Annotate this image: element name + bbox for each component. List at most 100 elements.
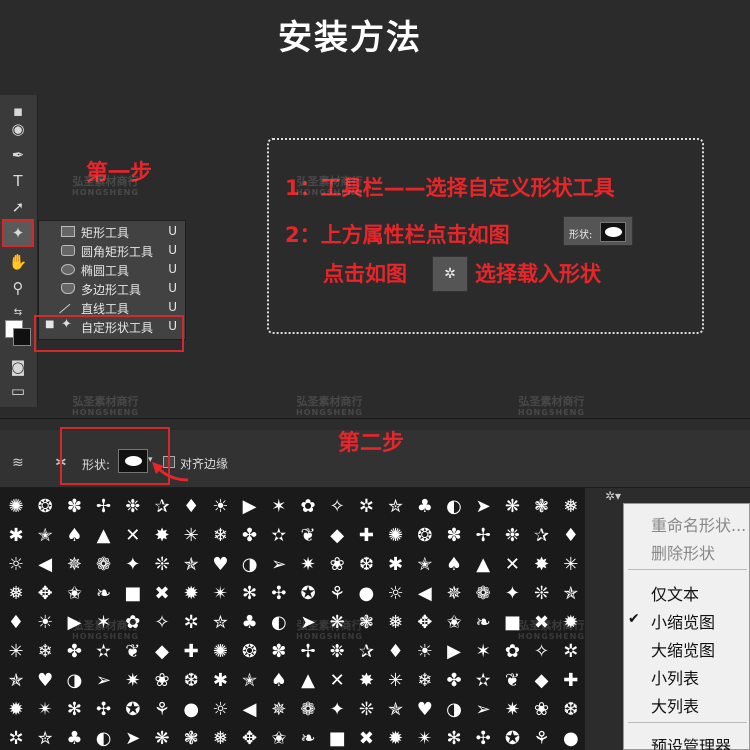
shape-thumbnail[interactable]: ✳ [557, 550, 585, 578]
shape-thumbnail[interactable]: ✦ [119, 550, 147, 578]
quick-mask-icon[interactable]: ◙ [4, 355, 32, 379]
shape-thumbnail[interactable]: ☼ [382, 579, 410, 607]
shape-thumbnail[interactable]: ◀ [411, 579, 439, 607]
shape-thumbnail[interactable]: ❁ [469, 579, 497, 607]
shape-thumbnail[interactable]: ✮ [206, 608, 234, 636]
shape-thumbnail[interactable]: ✺ [206, 637, 234, 665]
shape-thumbnail[interactable]: ✚ [557, 666, 585, 694]
shape-thumbnail[interactable]: ✴ [31, 695, 59, 723]
shape-thumbnail[interactable]: ✯ [177, 550, 205, 578]
menu-item-large-thumbnail[interactable]: 大缩览图 [651, 637, 715, 661]
shape-thumbnail[interactable]: ◑ [236, 550, 264, 578]
shape-thumbnail[interactable]: ● [352, 579, 380, 607]
shape-thumbnail[interactable]: ✷ [498, 695, 526, 723]
flyout-item-polygon[interactable]: 多边形工具 U [39, 279, 185, 298]
shape-thumbnail[interactable]: ▲ [90, 521, 118, 549]
shape-thumbnail[interactable]: ✪ [498, 724, 526, 750]
shape-thumbnail[interactable]: ✽ [265, 637, 293, 665]
shape-thumbnail[interactable]: ✶ [469, 637, 497, 665]
shape-thumbnail[interactable]: ▲ [469, 550, 497, 578]
shape-thumbnail[interactable]: ❧ [294, 724, 322, 750]
shape-thumbnail[interactable]: ✪ [294, 579, 322, 607]
shape-thumbnail[interactable]: ✚ [177, 637, 205, 665]
shape-thumbnail[interactable]: ✲ [2, 724, 30, 750]
shape-thumbnail[interactable]: ☼ [2, 550, 30, 578]
shape-thumbnail[interactable]: ❉ [498, 521, 526, 549]
shape-thumbnail[interactable]: ✪ [119, 695, 147, 723]
shape-thumbnail[interactable]: ▶ [440, 637, 468, 665]
shape-thumbnail[interactable]: ✯ [2, 666, 30, 694]
shape-thumbnail[interactable]: ❧ [469, 608, 497, 636]
shape-thumbnail[interactable]: ● [557, 724, 585, 750]
shape-thumbnail[interactable]: ✢ [469, 521, 497, 549]
shape-thumbnail[interactable]: ❁ [294, 695, 322, 723]
shape-thumbnail[interactable]: ❂ [236, 637, 264, 665]
shape-thumbnail[interactable]: ✬ [265, 724, 293, 750]
shape-thumbnail[interactable]: ✚ [352, 521, 380, 549]
shape-thumbnail[interactable]: ✻ [236, 579, 264, 607]
shape-thumbnail[interactable]: ➤ [119, 724, 147, 750]
shape-thumbnail[interactable]: ▲ [294, 666, 322, 694]
shape-thumbnail[interactable]: ❊ [148, 550, 176, 578]
shape-thumbnail[interactable]: ✵ [60, 550, 88, 578]
shape-thumbnail[interactable]: ➢ [265, 550, 293, 578]
shape-thumbnail[interactable]: ✢ [90, 492, 118, 520]
shape-thumbnail[interactable]: ✰ [528, 521, 556, 549]
shape-thumbnail[interactable]: ❊ [352, 695, 380, 723]
shape-thumbnail[interactable]: ✣ [90, 695, 118, 723]
shape-thumbnail[interactable]: ❦ [294, 521, 322, 549]
shape-thumbnail[interactable]: ▶ [236, 492, 264, 520]
shape-thumbnail[interactable]: ✺ [2, 492, 30, 520]
shape-thumbnail[interactable]: ✹ [177, 579, 205, 607]
shape-thumbnail[interactable]: ♠ [265, 666, 293, 694]
flyout-item-rectangle[interactable]: 矩形工具 U [39, 222, 185, 241]
path-select-tool-icon[interactable]: ➚ [4, 195, 32, 219]
shape-thumbnail[interactable]: ✶ [265, 492, 293, 520]
shape-thumbnail[interactable]: ✳ [382, 666, 410, 694]
path-arrangement-icon[interactable]: ≋ [12, 455, 24, 471]
shape-thumbnail[interactable]: ✸ [352, 666, 380, 694]
shape-thumbnail[interactable]: ✰ [148, 492, 176, 520]
shape-thumbnail[interactable]: ✱ [382, 550, 410, 578]
shape-thumbnail[interactable]: ♦ [177, 492, 205, 520]
shape-thumbnail[interactable]: ◆ [528, 666, 556, 694]
shape-thumbnail[interactable]: ✵ [265, 695, 293, 723]
shape-thumbnail[interactable]: ✯ [557, 579, 585, 607]
shape-thumbnail[interactable]: ✻ [60, 695, 88, 723]
shape-thumbnail[interactable]: ◆ [148, 637, 176, 665]
shape-thumbnail[interactable]: ❀ [148, 666, 176, 694]
shape-thumbnail[interactable]: ✮ [31, 724, 59, 750]
shape-thumbnail[interactable]: ☀ [206, 492, 234, 520]
shape-thumbnail[interactable]: ✯ [382, 695, 410, 723]
shape-thumbnail[interactable]: ✷ [294, 550, 322, 578]
shape-thumbnail[interactable]: ✴ [411, 724, 439, 750]
shape-thumbnail[interactable]: ❁ [90, 550, 118, 578]
text-tool-icon[interactable]: T [4, 169, 32, 193]
shape-thumbnail[interactable]: ♣ [60, 724, 88, 750]
shape-thumbnail[interactable]: ✭ [31, 521, 59, 549]
shape-thumbnail[interactable]: ✺ [382, 521, 410, 549]
shape-thumbnail[interactable]: ◀ [236, 695, 264, 723]
shape-thumbnail[interactable]: ❄ [31, 637, 59, 665]
shape-thumbnail[interactable]: ❀ [528, 695, 556, 723]
shape-thumbnail[interactable]: ❊ [528, 579, 556, 607]
shape-thumbnail[interactable]: ✖ [148, 579, 176, 607]
shape-thumbnail[interactable]: ❋ [498, 492, 526, 520]
shape-thumbnail[interactable]: ✸ [528, 550, 556, 578]
shape-thumbnail[interactable]: ◑ [440, 695, 468, 723]
gear-icon[interactable]: ✲▾ [605, 489, 621, 503]
shape-thumbnail[interactable]: ✫ [469, 666, 497, 694]
shape-thumbnail[interactable]: ❅ [206, 724, 234, 750]
shape-thumbnail[interactable]: ❧ [90, 579, 118, 607]
shape-thumbnail[interactable]: ♠ [440, 550, 468, 578]
shape-thumbnail[interactable]: ◀ [31, 550, 59, 578]
blur-tool-icon[interactable]: ◉ [4, 117, 32, 141]
shape-thumbnail[interactable]: ✧ [323, 492, 351, 520]
shape-thumbnail[interactable]: ♦ [382, 637, 410, 665]
flyout-item-ellipse[interactable]: 椭圆工具 U [39, 260, 185, 279]
shape-thumbnail[interactable]: ✳ [2, 637, 30, 665]
shape-thumbnail[interactable]: ❃ [177, 724, 205, 750]
shape-thumbnail[interactable]: ✹ [2, 695, 30, 723]
shape-thumbnail[interactable]: ✮ [382, 492, 410, 520]
hand-tool-icon[interactable]: ✋ [4, 250, 32, 274]
